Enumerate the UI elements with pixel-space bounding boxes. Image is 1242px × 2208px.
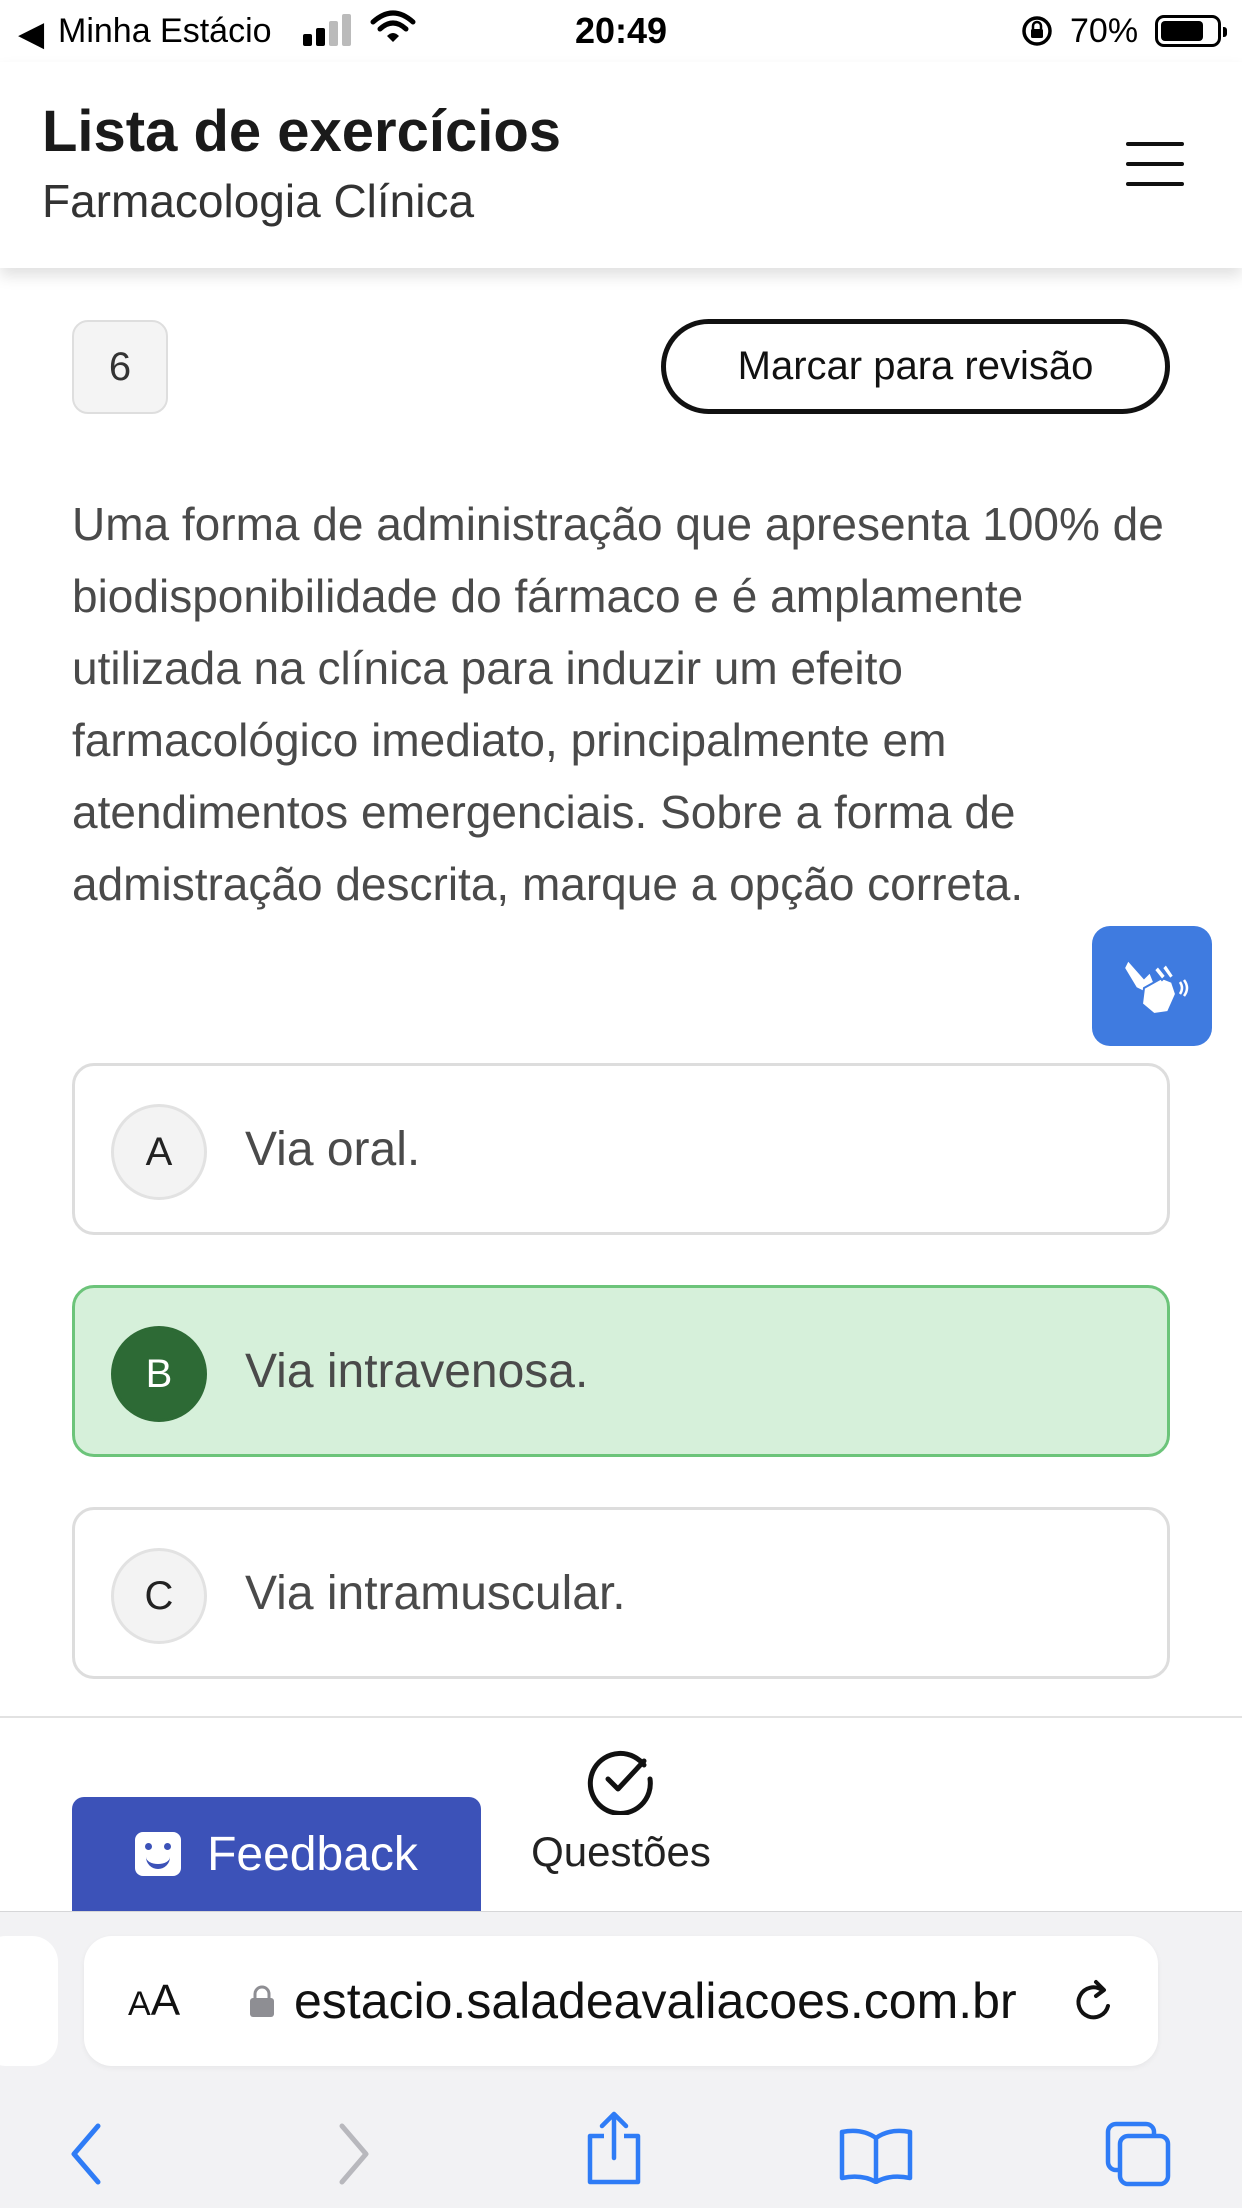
lock-icon: [250, 1985, 274, 2017]
feedback-label: Feedback: [207, 1827, 418, 1881]
back-icon[interactable]: [68, 2122, 104, 2186]
app-header: Lista de exercícios Farmacologia Clínica: [0, 62, 1242, 268]
option-letter: C: [111, 1548, 207, 1644]
page-title: Lista de exercícios: [42, 99, 562, 164]
question-statement: Uma forma de administração que apresenta…: [72, 498, 1164, 910]
tabs-icon[interactable]: [1104, 2120, 1172, 2188]
option-a[interactable]: A Via oral.: [72, 1063, 1170, 1235]
option-letter: B: [111, 1326, 207, 1422]
option-b-selected[interactable]: B Via intravenosa.: [72, 1285, 1170, 1457]
rotation-lock-icon: [1022, 16, 1052, 46]
text-size-button[interactable]: AA: [128, 1976, 180, 2026]
hamburger-menu-icon[interactable]: [1126, 142, 1184, 188]
option-letter: A: [111, 1104, 207, 1200]
forward-icon[interactable]: [336, 2122, 372, 2186]
navigation-bar: [0, 2104, 1242, 2204]
smile-icon: [135, 1832, 182, 1876]
battery-percentage: 70%: [1070, 12, 1139, 50]
libras-accessibility-button[interactable]: [1092, 926, 1212, 1046]
questions-label: Questões: [531, 1828, 711, 1875]
option-text: Via intramuscular.: [245, 1566, 626, 1620]
address-bar[interactable]: AA estacio.saladeavaliacoes.com.br: [84, 1936, 1158, 2066]
share-icon[interactable]: [584, 2110, 644, 2186]
status-bar: ◀ Minha Estácio 20:49 70%: [0, 0, 1242, 62]
mark-for-review-button[interactable]: Marcar para revisão: [661, 319, 1170, 414]
browser-toolbar: AA estacio.saladeavaliacoes.com.br: [0, 1911, 1242, 2208]
bookmarks-icon[interactable]: [838, 2126, 914, 2184]
feedback-button[interactable]: Feedback: [72, 1797, 481, 1911]
battery-icon: [1155, 15, 1227, 47]
divider: [0, 1716, 1242, 1718]
option-text: Via intravenosa.: [245, 1344, 589, 1398]
url-text: estacio.saladeavaliacoes.com.br: [294, 1973, 1017, 2029]
questions-tab[interactable]: Questões: [516, 1745, 726, 1876]
previous-tab-peek[interactable]: [0, 1936, 58, 2066]
course-subtitle: Farmacologia Clínica: [42, 175, 475, 227]
hand-signing-icon: [1122, 958, 1189, 1016]
check-circle-icon: [587, 1750, 653, 1816]
option-text: Via oral.: [245, 1122, 421, 1176]
question-number-badge: 6: [72, 320, 168, 414]
clock: 20:49: [574, 10, 668, 51]
option-c[interactable]: C Via intramuscular.: [72, 1507, 1170, 1679]
reload-icon[interactable]: [1070, 1976, 1118, 2026]
